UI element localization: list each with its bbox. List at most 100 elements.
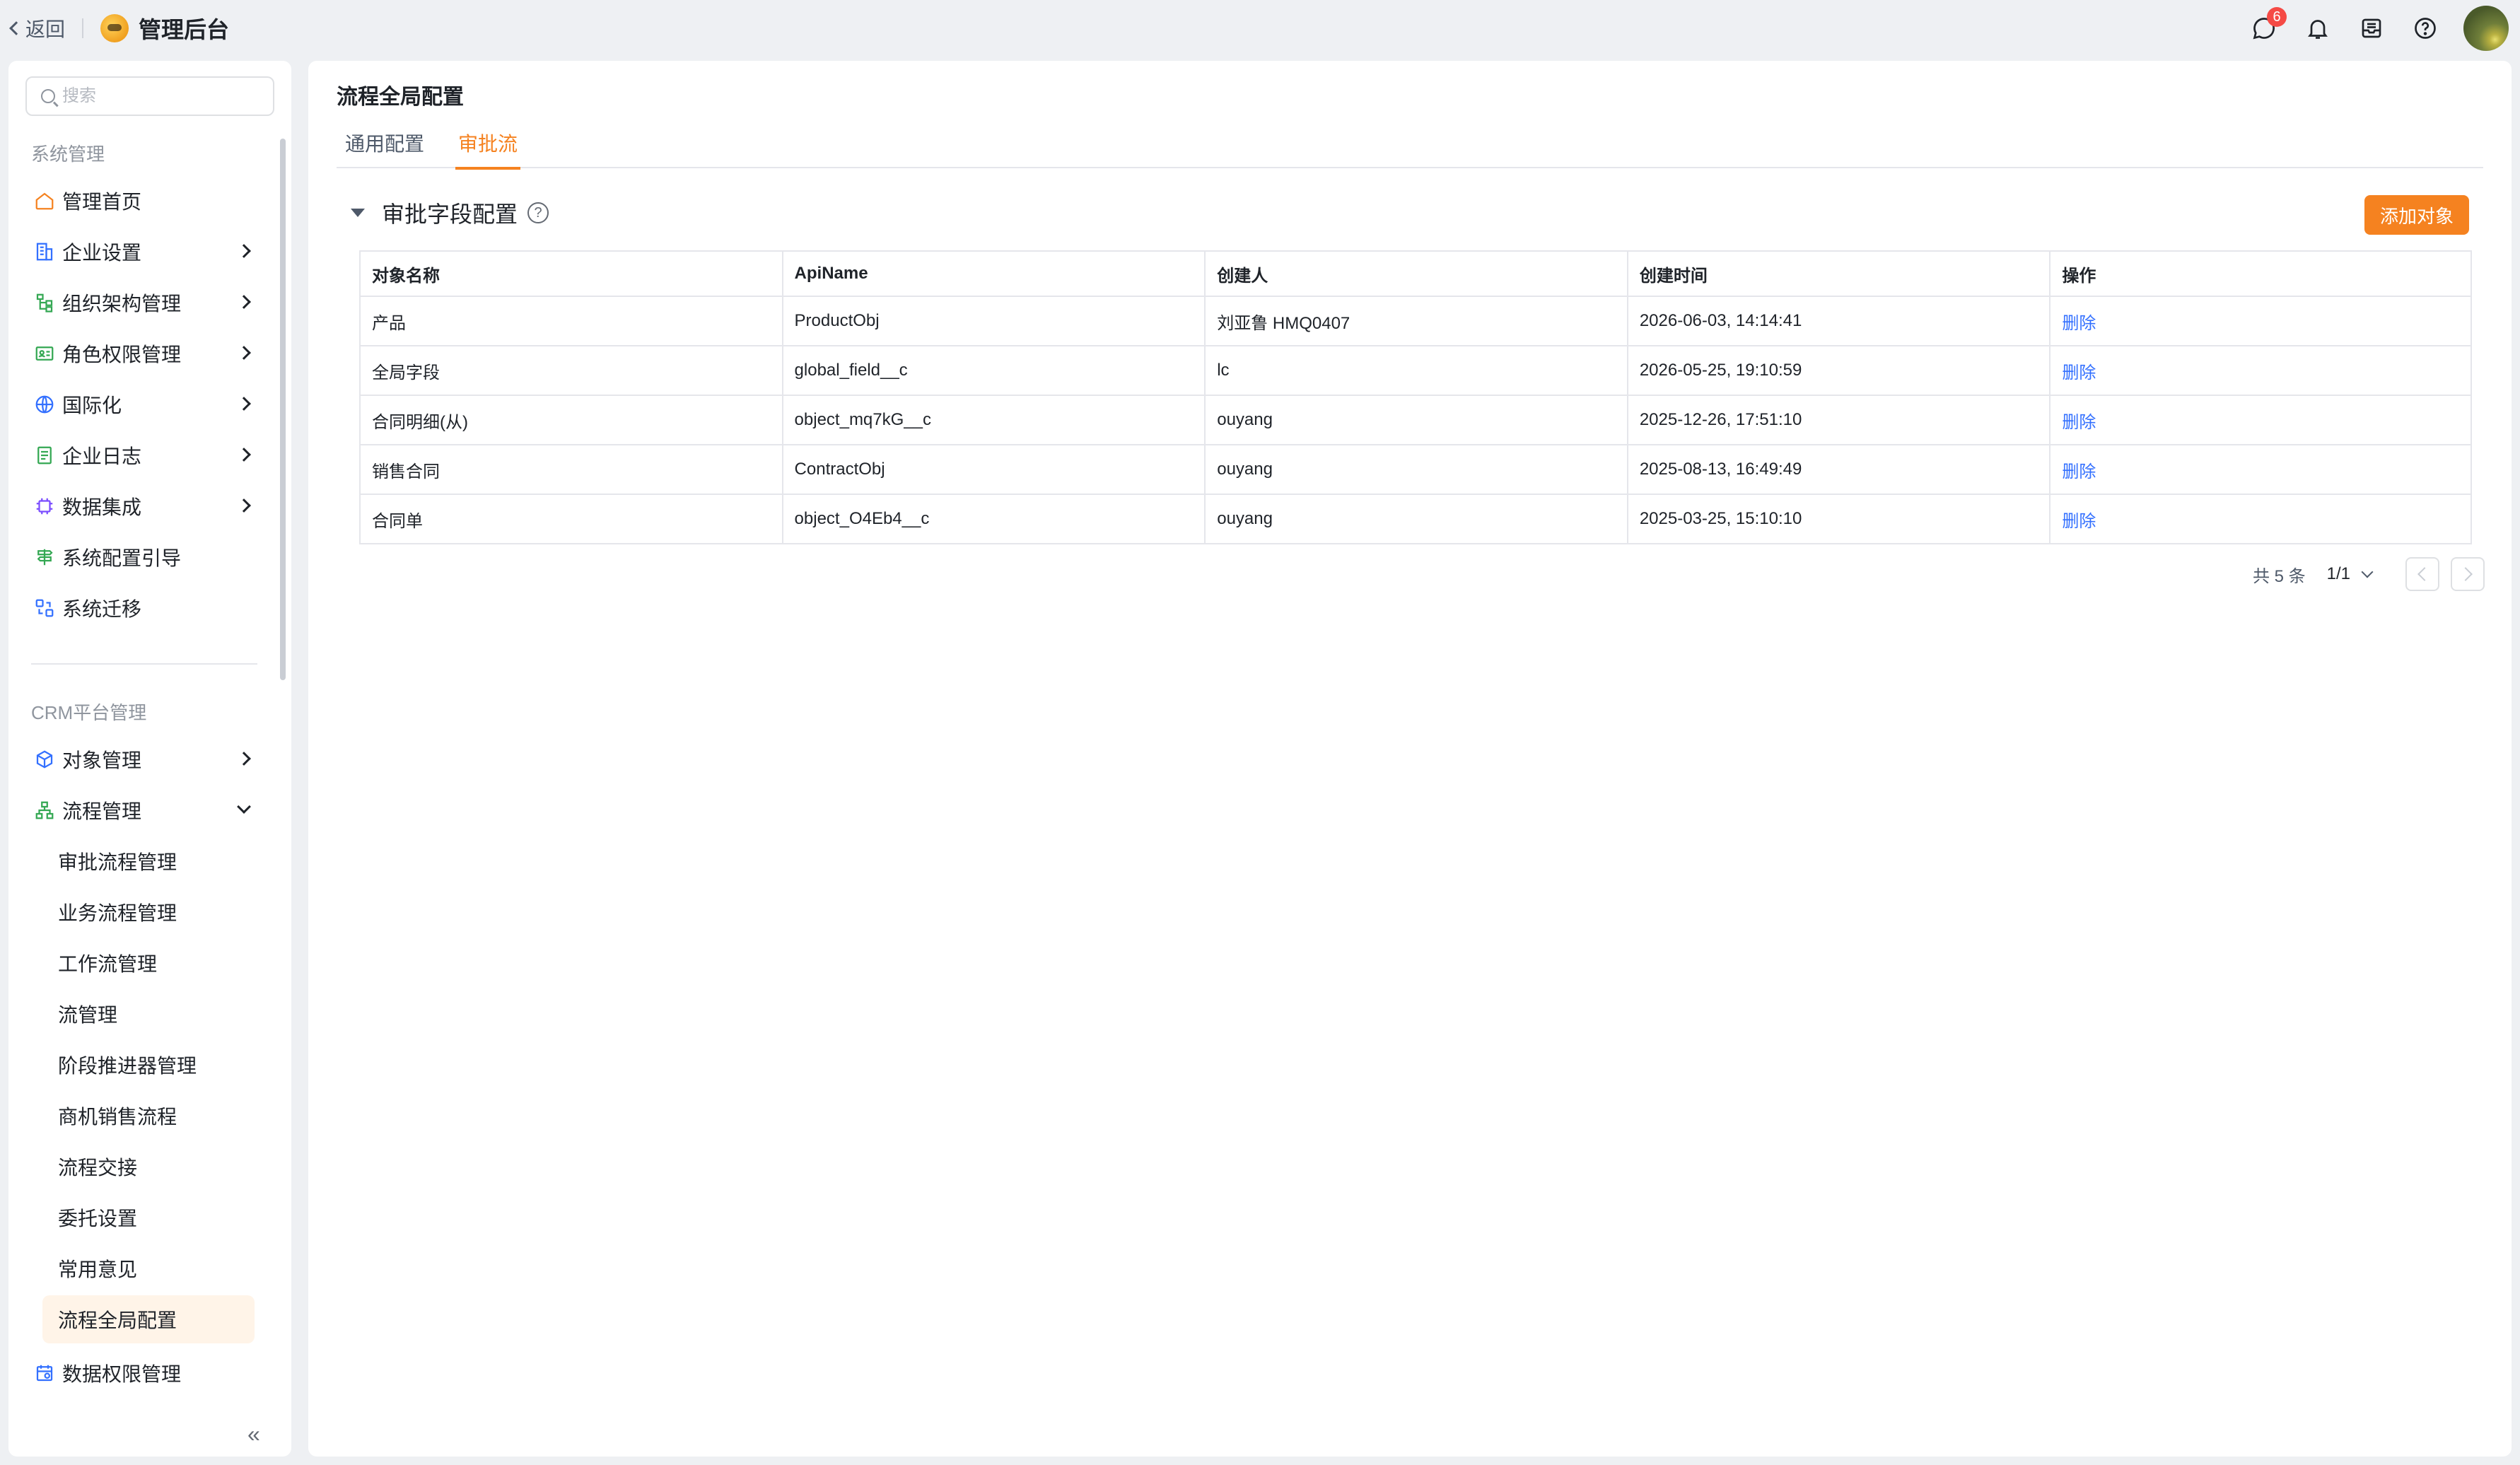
notification-button[interactable] [2302, 13, 2333, 44]
sidebar-subitem-stream[interactable]: 流管理 [42, 990, 255, 1038]
sidebar-item-label: 角色权限管理 [62, 344, 182, 366]
user-avatar[interactable] [2463, 6, 2509, 51]
delete-link[interactable]: 删除 [2049, 494, 2472, 544]
sidebar-item-label: 数据集成 [62, 496, 142, 518]
inbox-button[interactable] [2356, 13, 2387, 44]
search-input[interactable] [62, 86, 260, 106]
back-label: 返回 [25, 18, 66, 40]
approval-fields-table: 对象名称 ApiName 创建人 创建时间 操作 产品 ProductObj 刘… [359, 250, 2472, 544]
cell-creator: lc [1204, 345, 1628, 396]
sidebar-item-label: 系统配置引导 [62, 547, 182, 569]
sidebar-item-data-integration[interactable]: 数据集成 [34, 485, 260, 527]
sidebar-scrollbar[interactable] [280, 139, 286, 680]
cell-object-name: 全局字段 [359, 345, 783, 396]
cell-api-name: object_mq7kG__c [781, 395, 1206, 445]
tab-bar: 通用配置 审批流 [337, 117, 2483, 170]
sidebar-item-data-permission[interactable]: 数据权限管理 [34, 1352, 260, 1394]
sidebar-item-org[interactable]: 组织架构管理 [34, 281, 260, 324]
globe-icon [34, 394, 55, 415]
column-header: 操作 [2049, 250, 2472, 297]
tab-approval-flow[interactable]: 审批流 [455, 117, 521, 170]
help-circle-icon[interactable]: ? [527, 202, 549, 223]
collapse-sidebar-icon[interactable]: « [247, 1421, 260, 1447]
search-icon [41, 89, 55, 103]
top-bar: 返回 管理后台 6 [0, 0, 2520, 57]
cell-creator: ouyang [1204, 444, 1628, 495]
sidebar-item-role[interactable]: 角色权限管理 [34, 332, 260, 375]
sidebar-item-flow-management[interactable]: 流程管理 [34, 789, 260, 831]
caret-down-icon[interactable] [351, 209, 365, 217]
sidebar-item-label: 对象管理 [62, 749, 142, 771]
sidebar-item-label: 管理首页 [62, 191, 142, 213]
data-permission-icon [34, 1362, 55, 1384]
chevron-down-icon [237, 800, 251, 814]
chevron-left-icon [2417, 567, 2432, 581]
sidebar-subitem-delegate[interactable]: 委托设置 [42, 1193, 255, 1242]
divider [82, 18, 84, 38]
home-icon [34, 190, 55, 211]
add-object-button[interactable]: 添加对象 [2364, 195, 2469, 235]
chevron-left-icon [9, 21, 23, 35]
next-page-button[interactable] [2451, 557, 2485, 591]
cell-api-name: global_field__c [781, 345, 1206, 396]
delete-link[interactable]: 删除 [2049, 345, 2472, 396]
table-row: 产品 ProductObj 刘亚鲁 HMQ0407 2026-06-03, 14… [359, 296, 2472, 346]
sidebar-subitem-handover[interactable]: 流程交接 [42, 1143, 255, 1191]
question-icon [2415, 18, 2436, 39]
sidebar-item-label: 流程管理 [62, 800, 142, 822]
cell-created-time: 2026-05-25, 19:10:59 [1626, 345, 2051, 396]
table-row: 合同明细(从) object_mq7kG__c ouyang 2025-12-2… [359, 395, 2472, 445]
message-button[interactable]: 6 [2248, 7, 2287, 44]
sidebar-item-label: 数据权限管理 [62, 1363, 182, 1385]
page-title: 流程全局配置 [337, 86, 464, 109]
pagination-total: 共 5 条 [2252, 566, 2306, 586]
cell-creator: ouyang [1204, 494, 1628, 544]
cell-api-name: ContractObj [781, 444, 1206, 495]
org-icon [34, 292, 55, 313]
back-button[interactable]: 返回 [9, 14, 66, 42]
building-icon [34, 241, 55, 262]
chevron-right-icon [237, 448, 251, 462]
chevron-right-icon [237, 244, 251, 258]
sidebar-item-home[interactable]: 管理首页 [34, 180, 260, 222]
message-badge: 6 [2267, 7, 2287, 27]
log-icon [34, 445, 55, 466]
delete-link[interactable]: 删除 [2049, 296, 2472, 346]
cell-object-name: 产品 [359, 296, 783, 346]
pagination: 共 5 条 1/1 [2253, 557, 2485, 591]
chip-icon [34, 496, 55, 517]
search-box[interactable] [25, 76, 274, 116]
sidebar-item-config-guide[interactable]: 系统配置引导 [34, 536, 260, 578]
sidebar-item-migration[interactable]: 系统迁移 [34, 587, 260, 629]
sidebar-subitem-opportunity[interactable]: 商机销售流程 [42, 1092, 255, 1140]
sidebar-item-label: 组织架构管理 [62, 293, 182, 315]
cell-created-time: 2025-03-25, 15:10:10 [1626, 494, 2051, 544]
sidebar-subitem-global-config[interactable]: 流程全局配置 [42, 1295, 255, 1343]
sidebar-subitem-approval[interactable]: 审批流程管理 [42, 837, 255, 885]
delete-link[interactable]: 删除 [2049, 444, 2472, 495]
chevron-down-icon[interactable] [2361, 566, 2374, 578]
sidebar-item-label: 企业日志 [62, 445, 142, 467]
prev-page-button[interactable] [2405, 557, 2439, 591]
cell-creator: ouyang [1204, 395, 1628, 445]
page-selector[interactable]: 1/1 [2327, 564, 2350, 584]
cell-created-time: 2025-12-26, 17:51:10 [1626, 395, 2051, 445]
sidebar-item-enterprise-settings[interactable]: 企业设置 [34, 230, 260, 273]
column-header: 对象名称 [359, 250, 783, 297]
table-header-row: 对象名称 ApiName 创建人 创建时间 操作 [359, 250, 2472, 297]
tab-general-config[interactable]: 通用配置 [345, 117, 424, 168]
sidebar-subitem-business-flow[interactable]: 业务流程管理 [42, 888, 255, 936]
delete-link[interactable]: 删除 [2049, 395, 2472, 445]
sidebar-item-log[interactable]: 企业日志 [34, 434, 260, 477]
chevron-right-icon [237, 295, 251, 309]
section-header[interactable]: 审批字段配置 ? [351, 197, 549, 229]
cell-api-name: ProductObj [781, 296, 1206, 346]
sidebar-item-i18n[interactable]: 国际化 [34, 383, 260, 426]
signpost-icon [34, 547, 55, 568]
sidebar-subitem-workflow[interactable]: 工作流管理 [42, 939, 255, 987]
divider [31, 663, 257, 665]
sidebar-subitem-opinions[interactable]: 常用意见 [42, 1244, 255, 1292]
sidebar-item-object-management[interactable]: 对象管理 [34, 738, 260, 781]
sidebar-subitem-stage[interactable]: 阶段推进器管理 [42, 1041, 255, 1089]
help-button[interactable] [2410, 13, 2441, 44]
